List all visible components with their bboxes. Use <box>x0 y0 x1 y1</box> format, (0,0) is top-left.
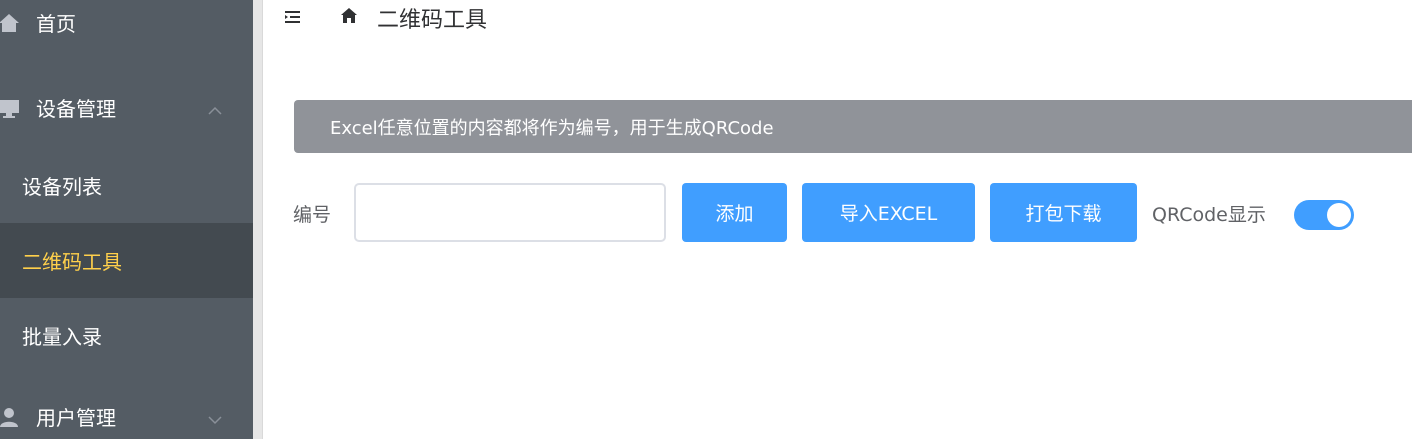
monitor-icon <box>0 97 20 119</box>
sidebar-subitem-batch-entry[interactable]: 批量入录 <box>0 298 253 373</box>
sidebar-item-label: 用户管理 <box>36 406 116 430</box>
code-input[interactable] <box>354 183 666 242</box>
menu-fold-icon[interactable] <box>283 8 303 26</box>
toggle-knob <box>1327 203 1351 227</box>
pack-download-button[interactable]: 打包下载 <box>990 183 1137 242</box>
home-icon <box>0 12 20 34</box>
qrcode-display-label: QRCode显示 <box>1152 204 1266 226</box>
import-excel-button[interactable]: 导入EXCEL <box>802 183 975 242</box>
user-icon <box>0 406 20 428</box>
sidebar-item-label: 设备管理 <box>36 97 116 121</box>
sidebar-subitem-label: 设备列表 <box>22 175 102 199</box>
sidebar-subitem-qrcode-tool[interactable]: 二维码工具 <box>0 223 253 298</box>
chevron-down-icon <box>207 409 223 425</box>
home-icon[interactable] <box>339 6 359 26</box>
sidebar: 首页 设备管理 设备列表 二维码工具 批量入录 用户管理 <box>0 0 253 439</box>
alert-text: Excel任意位置的内容都将作为编号，用于生成QRCode <box>330 117 774 139</box>
chevron-up-icon <box>207 100 223 116</box>
info-alert: Excel任意位置的内容都将作为编号，用于生成QRCode <box>294 100 1412 153</box>
add-button[interactable]: 添加 <box>682 183 787 242</box>
app-root: 首页 设备管理 设备列表 二维码工具 批量入录 用户管理 二维码工具 Excel… <box>0 0 1412 439</box>
breadcrumb: 二维码工具 <box>377 8 488 33</box>
sidebar-item-home[interactable]: 首页 <box>0 0 253 60</box>
sidebar-subitem-label: 批量入录 <box>22 325 102 349</box>
sidebar-divider <box>253 0 263 439</box>
code-label: 编号 <box>293 204 332 226</box>
sidebar-item-user-management[interactable]: 用户管理 <box>0 379 253 439</box>
sidebar-item-device-management[interactable]: 设备管理 <box>0 70 253 145</box>
sidebar-item-label: 首页 <box>36 12 76 36</box>
sidebar-subitem-label: 二维码工具 <box>22 250 122 274</box>
sidebar-subitem-device-list[interactable]: 设备列表 <box>0 148 253 223</box>
qrcode-display-toggle[interactable] <box>1294 200 1354 230</box>
